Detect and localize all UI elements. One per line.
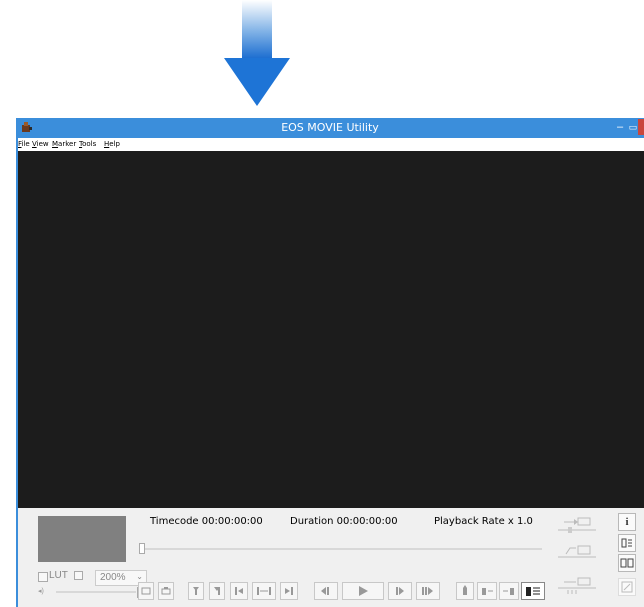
menu-help-label: elp xyxy=(109,140,120,148)
timecode-label: Timecode 00:00:00:00 xyxy=(150,516,263,527)
duration-label: Duration 00:00:00:00 xyxy=(290,516,398,527)
arrow-down-icon xyxy=(224,0,290,106)
title-bar[interactable]: EOS MOVIE Utility – ▭ xyxy=(16,118,644,138)
save-frames-button[interactable] xyxy=(556,574,598,596)
prev-frame-button[interactable] xyxy=(314,582,338,600)
in-point-button[interactable] xyxy=(188,582,204,600)
compare-view-button[interactable] xyxy=(618,554,636,572)
seek-bar[interactable] xyxy=(142,548,542,550)
list-view-button[interactable] xyxy=(618,534,636,552)
menu-tools[interactable]: Tools xyxy=(79,140,96,148)
maximize-icon[interactable]: ▭ xyxy=(628,120,638,134)
volume-icon[interactable]: ◂) xyxy=(38,587,44,595)
menu-marker-label: arker xyxy=(58,140,77,148)
out-point-button[interactable] xyxy=(209,582,225,600)
play-button[interactable] xyxy=(342,582,384,600)
lut-label: LUT xyxy=(49,570,68,581)
volume-slider[interactable] xyxy=(56,591,136,593)
menu-tools-label: ools xyxy=(82,140,97,148)
frame-grab-button[interactable] xyxy=(138,582,154,600)
goto-in-button[interactable] xyxy=(230,582,248,600)
zoom-value: 200% xyxy=(100,572,126,583)
next-frame-button[interactable] xyxy=(388,582,412,600)
app-window: EOS MOVIE Utility – ▭ File View Marker T… xyxy=(16,118,644,607)
window-title: EOS MOVIE Utility xyxy=(281,121,379,134)
lut-checkbox[interactable] xyxy=(38,572,48,582)
info-icon[interactable]: i xyxy=(618,513,636,531)
frame-save-button[interactable] xyxy=(158,582,174,600)
goto-out-button[interactable] xyxy=(280,582,298,600)
seek-handle[interactable] xyxy=(139,543,145,554)
zoom-checkbox[interactable] xyxy=(74,571,83,580)
in-out-range-button[interactable] xyxy=(252,582,276,600)
menu-help[interactable]: Help xyxy=(104,140,120,148)
marker-button[interactable] xyxy=(456,582,474,600)
import-clip-button[interactable] xyxy=(556,514,598,536)
menu-file[interactable]: File xyxy=(18,140,30,148)
chevron-down-icon: ⌄ xyxy=(136,572,143,581)
dpp-button[interactable] xyxy=(618,578,636,596)
menu-view-label: iew xyxy=(36,140,49,148)
video-viewer[interactable] xyxy=(18,151,644,508)
add-marker-button[interactable] xyxy=(477,582,497,600)
close-icon[interactable] xyxy=(638,119,644,135)
control-panel: Timecode 00:00:00:00 Duration 00:00:00:0… xyxy=(18,508,644,607)
last-frame-button[interactable] xyxy=(416,582,440,600)
minimize-icon[interactable]: – xyxy=(614,120,626,134)
menu-view[interactable]: View xyxy=(32,140,49,148)
next-marker-button[interactable] xyxy=(499,582,519,600)
export-clip-button[interactable] xyxy=(556,540,598,562)
menu-file-label: ile xyxy=(21,140,30,148)
clip-thumbnail xyxy=(38,516,126,562)
menu-bar: File View Marker Tools Help xyxy=(18,138,644,151)
playback-rate-label: Playback Rate x 1.0 xyxy=(434,516,533,527)
menu-marker[interactable]: Marker xyxy=(52,140,76,148)
marker-list-button[interactable] xyxy=(521,582,545,600)
